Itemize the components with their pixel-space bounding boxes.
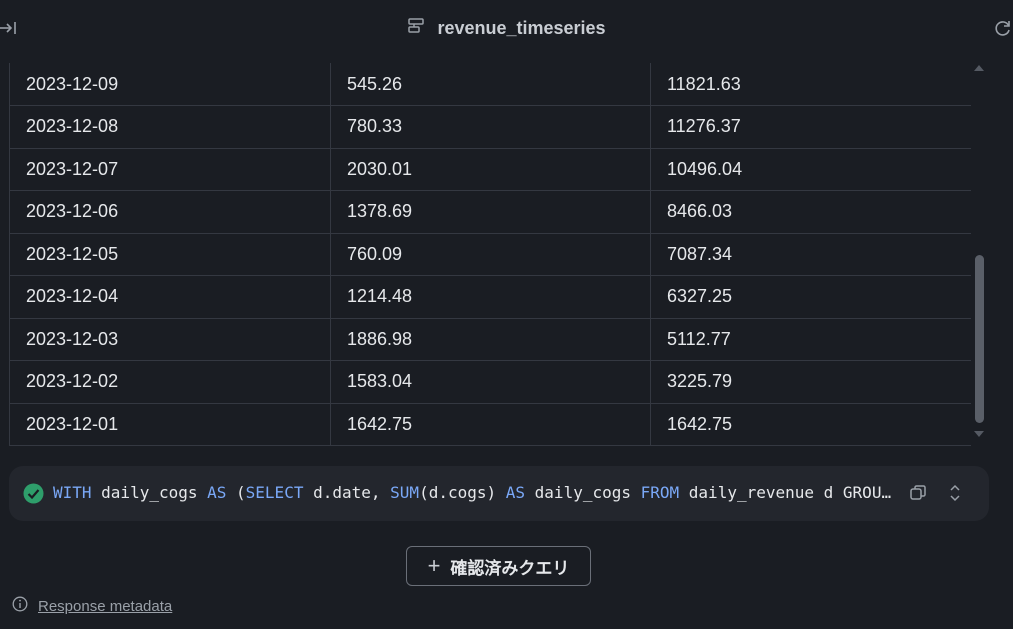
table-cell: 2023-12-09 bbox=[9, 63, 331, 106]
sql-keyword: AS bbox=[207, 483, 227, 502]
verified-query-button[interactable]: + 確認済みクエリ bbox=[406, 546, 591, 586]
sql-query-bar[interactable]: WITH daily_cogs AS (SELECT d.date, SUM(d… bbox=[9, 466, 989, 521]
table-row: 2023-12-06 1378.69 8466.03 bbox=[9, 190, 971, 234]
table-cell: 780.33 bbox=[330, 105, 651, 149]
table-cell: 2023-12-03 bbox=[9, 317, 331, 361]
sql-text: daily_cogs bbox=[525, 483, 641, 502]
copy-icon[interactable] bbox=[909, 484, 927, 502]
table-cell: 2023-12-06 bbox=[9, 190, 331, 234]
sql-keyword: SELECT bbox=[245, 483, 304, 502]
table-cell: 11821.63 bbox=[650, 63, 971, 106]
sql-text: (d.cogs) bbox=[419, 483, 506, 502]
title-area: revenue_timeseries bbox=[0, 16, 1013, 40]
table-cell: 1642.75 bbox=[330, 402, 651, 446]
sql-text: daily_revenue d GROUP BY d.date) bbox=[688, 483, 899, 502]
table-scrollbar[interactable] bbox=[970, 63, 989, 446]
table-cell: 1378.69 bbox=[330, 190, 651, 234]
scroll-up-icon[interactable] bbox=[974, 65, 984, 71]
table-cell: 2023-12-05 bbox=[9, 232, 331, 276]
results-table-body: 2023-12-09 545.26 11821.63 2023-12-08 780.33… bbox=[9, 63, 971, 446]
scroll-down-icon[interactable] bbox=[974, 431, 984, 437]
sql-keyword: FROM bbox=[640, 483, 680, 502]
results-table: 2023-12-09 545.26 11821.63 2023-12-08 780.33… bbox=[9, 63, 989, 446]
sql-text: d.date, bbox=[303, 483, 391, 502]
table-cell: 545.26 bbox=[330, 63, 651, 106]
refresh-icon[interactable] bbox=[993, 18, 1013, 38]
top-bar: revenue_timeseries bbox=[0, 0, 1013, 56]
table-cell: 1642.75 bbox=[650, 402, 971, 446]
table-cell: 2023-12-02 bbox=[9, 360, 331, 404]
table-cell: 2023-12-07 bbox=[9, 147, 331, 191]
table-row: 2023-12-05 760.09 7087.34 bbox=[9, 232, 971, 276]
table-row: 2023-12-02 1583.04 3225.79 bbox=[9, 360, 971, 404]
verified-query-label: 確認済みクエリ bbox=[450, 558, 570, 578]
table-cell: 2023-12-01 bbox=[9, 402, 331, 446]
table-cell: 760.09 bbox=[330, 232, 651, 276]
sql-text: ( bbox=[226, 483, 246, 502]
sql-keyword: WITH bbox=[53, 483, 92, 502]
table-cell: 11276.37 bbox=[650, 105, 971, 149]
scroll-thumb[interactable] bbox=[975, 255, 984, 423]
table-row: 2023-12-07 2030.01 10496.04 bbox=[9, 147, 971, 191]
table-cell: 2030.01 bbox=[330, 147, 651, 191]
sql-keyword: AS bbox=[505, 483, 526, 502]
table-row: 2023-12-04 1214.48 6327.25 bbox=[9, 275, 971, 319]
sql-keyword: SUM bbox=[390, 483, 420, 502]
table-cell: 8466.03 bbox=[650, 190, 971, 234]
expand-collapse-icon[interactable] bbox=[946, 483, 964, 503]
table-row: 2023-12-09 545.26 11821.63 bbox=[9, 63, 971, 106]
sql-text: daily_cogs bbox=[91, 483, 208, 502]
success-check-icon bbox=[23, 483, 44, 504]
table-cell: 2023-12-04 bbox=[9, 275, 331, 319]
plus-icon: + bbox=[427, 553, 441, 578]
table-icon bbox=[407, 16, 427, 40]
table-cell: 7087.34 bbox=[650, 232, 971, 276]
table-cell: 2023-12-08 bbox=[9, 105, 331, 149]
table-row: 2023-12-01 1642.75 1642.75 bbox=[9, 402, 971, 446]
response-metadata: Response metadata bbox=[12, 596, 172, 616]
table-cell: 10496.04 bbox=[650, 147, 971, 191]
info-icon bbox=[12, 596, 28, 616]
table-cell: 1886.98 bbox=[330, 317, 651, 361]
table-cell: 1214.48 bbox=[330, 275, 651, 319]
table-cell: 3225.79 bbox=[650, 360, 971, 404]
table-row: 2023-12-08 780.33 11276.37 bbox=[9, 105, 971, 149]
response-metadata-link[interactable]: Response metadata bbox=[38, 598, 172, 615]
sql-query-text: WITH daily_cogs AS (SELECT d.date, SUM(d… bbox=[53, 483, 899, 503]
table-cell: 1583.04 bbox=[330, 360, 651, 404]
table-cell: 6327.25 bbox=[650, 275, 971, 319]
table-row: 2023-12-03 1886.98 5112.77 bbox=[9, 317, 971, 361]
table-cell: 5112.77 bbox=[650, 317, 971, 361]
page-title: revenue_timeseries bbox=[437, 17, 606, 38]
